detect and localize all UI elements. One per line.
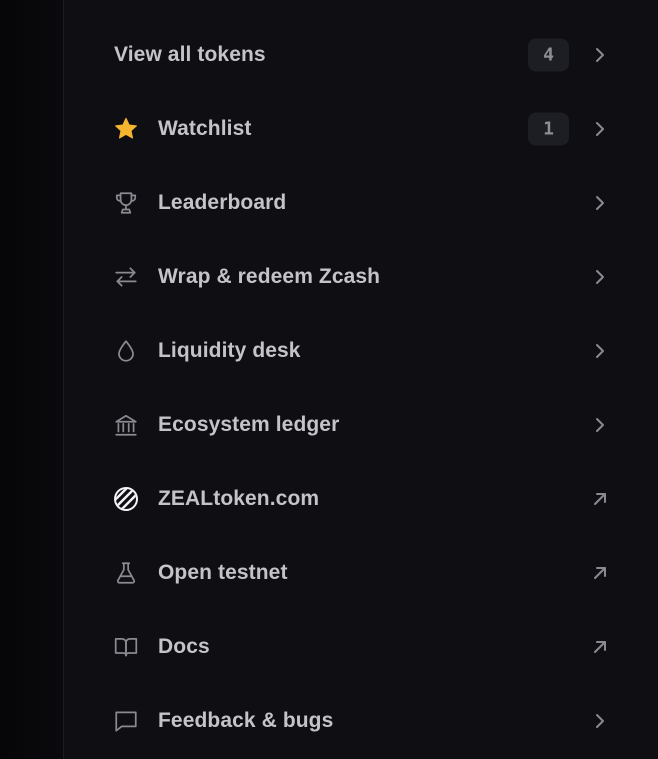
chevron-right-icon [588, 191, 612, 215]
trophy-icon [112, 189, 140, 217]
menu-item-ecosystem-ledger[interactable]: Ecosystem ledger [64, 388, 658, 462]
menu-item-label: View all tokens [114, 43, 266, 66]
menu-item-leaderboard[interactable]: Leaderboard [64, 166, 658, 240]
left-sidebar-edge [0, 0, 64, 759]
bank-icon [112, 411, 140, 439]
menu-item-zealtoken-site[interactable]: ZEALtoken.com [64, 462, 658, 536]
chevron-right-icon [588, 339, 612, 363]
menu-item-label: Leaderboard [158, 191, 287, 214]
message-icon [112, 707, 140, 735]
navigation-menu: View all tokens 4 Watchlist 1 Leaderboar… [64, 18, 658, 758]
menu-item-open-testnet[interactable]: Open testnet [64, 536, 658, 610]
menu-item-label: ZEALtoken.com [158, 487, 320, 510]
app-window: View all tokens 4 Watchlist 1 Leaderboar… [0, 0, 658, 759]
swap-arrows-icon [112, 263, 140, 291]
menu-item-watchlist[interactable]: Watchlist 1 [64, 92, 658, 166]
menu-item-wrap-redeem[interactable]: Wrap & redeem Zcash [64, 240, 658, 314]
chevron-right-icon [588, 413, 612, 437]
chevron-right-icon [588, 265, 612, 289]
menu-item-label: Docs [158, 635, 210, 658]
star-icon [112, 115, 140, 143]
menu-item-label: Watchlist [158, 117, 252, 140]
menu-item-label: Feedback & bugs [158, 709, 334, 732]
count-badge: 1 [528, 112, 569, 146]
menu-item-label: Wrap & redeem Zcash [158, 265, 381, 288]
menu-item-feedback-bugs[interactable]: Feedback & bugs [64, 684, 658, 758]
menu-item-view-all-tokens[interactable]: View all tokens 4 [64, 18, 658, 92]
menu-item-liquidity-desk[interactable]: Liquidity desk [64, 314, 658, 388]
zeal-logo-icon [112, 485, 140, 513]
menu-item-docs[interactable]: Docs [64, 610, 658, 684]
droplet-icon [112, 337, 140, 365]
count-badge: 4 [528, 38, 569, 72]
book-icon [112, 633, 140, 661]
chevron-right-icon [588, 709, 612, 733]
external-link-icon [588, 561, 612, 585]
external-link-icon [588, 487, 612, 511]
flask-icon [112, 559, 140, 587]
chevron-right-icon [588, 43, 612, 67]
external-link-icon [588, 635, 612, 659]
menu-item-label: Ecosystem ledger [158, 413, 340, 436]
chevron-right-icon [588, 117, 612, 141]
menu-item-label: Liquidity desk [158, 339, 301, 362]
menu-item-label: Open testnet [158, 561, 288, 584]
